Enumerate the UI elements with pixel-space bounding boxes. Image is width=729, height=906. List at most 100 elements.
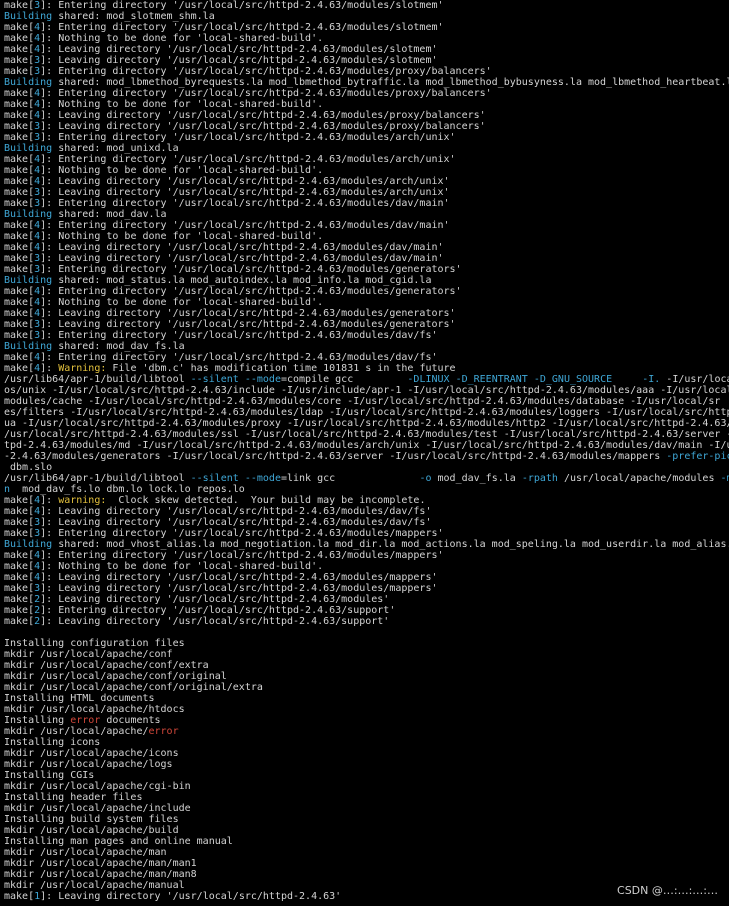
terminal-line: Building shared: mod_status.la mod_autoi… — [4, 275, 729, 286]
terminal-text-segment: make[ — [4, 616, 35, 627]
terminal-text-segment: shared: mod_vhost_alias.la mod_negotiati… — [52, 539, 729, 550]
terminal-text-segment: /usr/lib64/apr-1/build/libtool — [4, 374, 191, 385]
terminal-text-segment: Building — [4, 11, 53, 22]
terminal-text-segment: make[ — [4, 253, 35, 264]
terminal-text-segment: mkdir /usr/local/apache/htdocs — [4, 704, 185, 715]
terminal-text-segment: Installing CGIs — [4, 770, 95, 781]
terminal-text-segment: make[ — [4, 550, 35, 561]
terminal-line: make[3]: Leaving directory '/usr/local/s… — [4, 55, 729, 66]
terminal-text-segment: ]: Nothing to be done for 'local-shared-… — [40, 231, 324, 242]
terminal-line: make[3]: Entering directory '/usr/local/… — [4, 264, 729, 275]
terminal-text-segment: Building — [4, 275, 53, 286]
terminal-line: mkdir /usr/local/apache/conf/original — [4, 671, 729, 682]
terminal-text-segment: ]: Leaving directory '/usr/local/src/htt… — [40, 110, 486, 121]
terminal-text-segment: make[ — [4, 55, 35, 66]
terminal-text-segment: Installing HTML documents — [4, 693, 155, 704]
terminal-text-segment: mod_dav_fs.la — [431, 473, 522, 484]
terminal-text-segment: ]: Entering directory '/usr/local/src/ht… — [40, 330, 438, 341]
terminal-line: es/filters -I/usr/local/src/httpd-2.4.63… — [4, 407, 729, 418]
terminal-text-segment: make[ — [4, 517, 35, 528]
terminal-line: mkdir /usr/local/apache/icons — [4, 748, 729, 759]
terminal-line: Building shared: mod_vhost_alias.la mod_… — [4, 539, 729, 550]
terminal-text-segment: Building — [4, 539, 53, 550]
terminal-text-segment: ]: Entering directory '/usr/local/src/ht… — [40, 220, 450, 231]
terminal-text-segment: make[ — [4, 308, 35, 319]
terminal-line: Installing error documents — [4, 715, 729, 726]
terminal-text-segment: make[ — [4, 187, 35, 198]
terminal-text-segment: warning: — [58, 495, 107, 506]
terminal-text-segment: make[ — [4, 528, 35, 539]
terminal-line: make[3]: Entering directory '/usr/local/… — [4, 132, 729, 143]
terminal-text-segment: make[ — [4, 0, 35, 11]
terminal-text-segment: ]: — [40, 363, 59, 374]
terminal-line: make[4]: Warning: File 'dbm.c' has modif… — [4, 363, 729, 374]
terminal-text-segment: ]: Leaving directory '/usr/local/src/htt… — [40, 517, 432, 528]
terminal-line: make[3]: Entering directory '/usr/local/… — [4, 330, 729, 341]
terminal-line: mkdir /usr/local/apache/man/man8 — [4, 869, 729, 880]
terminal-text-segment: documents — [100, 715, 161, 726]
terminal-text-segment: -mo — [720, 473, 729, 484]
terminal-text-segment: make[ — [4, 22, 35, 33]
terminal-text-segment: make[ — [4, 220, 35, 231]
terminal-text-segment: shared: mod_unixd.la — [52, 143, 179, 154]
terminal-text-segment: make[ — [4, 231, 35, 242]
terminal-text-segment: es/filters -I/usr/local/src/httpd-2.4.63… — [4, 407, 729, 418]
terminal-line: mkdir /usr/local/apache/conf/original/ex… — [4, 682, 729, 693]
terminal-text-segment: ]: Entering directory '/usr/local/src/ht… — [40, 286, 462, 297]
terminal-text-segment: shared: mod_lbmethod_byrequests.la mod_l… — [52, 77, 729, 88]
terminal-text-segment: Installing icons — [4, 737, 101, 748]
terminal-text-segment: make[ — [4, 605, 35, 616]
terminal-text-segment: /usr/local/src/httpd-2.4.63/modules/ssl … — [4, 429, 729, 440]
terminal-text-segment: make[ — [4, 33, 35, 44]
terminal-line: make[3]: Entering directory '/usr/local/… — [4, 198, 729, 209]
terminal-text-segment: Installing header files — [4, 792, 143, 803]
terminal-text-segment: ]: — [40, 495, 59, 506]
terminal-text-segment: mkdir /usr/local/apache/man — [4, 847, 167, 858]
terminal-line: make[4]: Entering directory '/usr/local/… — [4, 22, 729, 33]
terminal-text-segment: mkdir /usr/local/apache/manual — [4, 880, 185, 891]
terminal-text-segment: -I/usr/local — [666, 374, 729, 385]
terminal-text-segment: mkdir /usr/local/apache/man/man1 — [4, 858, 197, 869]
terminal-line: make[4]: warning: Clock skew detected. Y… — [4, 495, 729, 506]
terminal-line: mkdir /usr/local/apache/include — [4, 803, 729, 814]
terminal-text-segment: ]: Leaving directory '/usr/local/src/htt… — [40, 44, 438, 55]
terminal-text-segment: ]: Leaving directory '/usr/local/src/htt… — [40, 583, 438, 594]
terminal-text-segment: mkdir /usr/local/apache/conf/original/ex… — [4, 682, 263, 693]
terminal-text-segment: mkdir /usr/local/apache/icons — [4, 748, 179, 759]
terminal-text-segment: --silent — [190, 473, 239, 484]
terminal-text-segment: ]: Nothing to be done for 'local-shared-… — [40, 297, 324, 308]
terminal-line: Building shared: mod_lbmethod_byrequests… — [4, 77, 729, 88]
terminal-text-segment: shared: mod_slotmem_shm.la — [52, 11, 215, 22]
terminal-line: os/unix -I/usr/local/src/httpd-2.4.63/in… — [4, 385, 729, 396]
terminal-text-segment: make[ — [4, 363, 35, 374]
terminal-line: make[4]: Leaving directory '/usr/local/s… — [4, 176, 729, 187]
terminal-text-segment: modules/cache -I/usr/local/src/httpd-2.4… — [4, 396, 721, 407]
terminal-line: make[4]: Nothing to be done for 'local-s… — [4, 99, 729, 110]
terminal-line: make[4]: Entering directory '/usr/local/… — [4, 154, 729, 165]
terminal-text-segment: Building — [4, 341, 53, 352]
terminal-text-segment: ]: Entering directory '/usr/local/src/ht… — [40, 88, 492, 99]
terminal-text-segment: ]: Leaving directory '/usr/local/src/htt… — [40, 187, 450, 198]
terminal-text-segment: ]: Leaving directory '/usr/local/src/htt… — [40, 319, 456, 330]
terminal-text-segment: =compile gcc — [280, 374, 408, 385]
terminal-line: make[4]: Nothing to be done for 'local-s… — [4, 165, 729, 176]
terminal-text-segment: ]: Entering directory '/usr/local/src/ht… — [40, 22, 444, 33]
terminal-text-segment: tpd-2.4.63/modules/md -I/usr/local/src/h… — [4, 440, 729, 451]
terminal-text-segment: make[ — [4, 594, 35, 605]
terminal-line: Installing configuration files — [4, 638, 729, 649]
terminal-line: make[4]: Entering directory '/usr/local/… — [4, 220, 729, 231]
terminal-text-segment: ]: Leaving directory '/usr/local/src/htt… — [40, 242, 444, 253]
terminal-text-segment: make[ — [4, 891, 35, 902]
terminal-text-segment: shared: mod_dav_fs.la — [52, 341, 185, 352]
terminal-line: n mod_dav_fs.lo dbm.lo lock.lo repos.lo — [4, 484, 729, 495]
terminal-text-segment: make[ — [4, 110, 35, 121]
terminal-text-segment: shared: mod_dav.la — [52, 209, 167, 220]
terminal-text-segment: make[ — [4, 121, 35, 132]
terminal-line: Installing man pages and online manual — [4, 836, 729, 847]
terminal-line: make[3]: Entering directory '/usr/local/… — [4, 0, 729, 11]
terminal-text-segment: Building — [4, 209, 53, 220]
terminal-text-segment: ]: Entering directory '/usr/local/src/ht… — [40, 550, 444, 561]
terminal-text-segment: -prefer-pic — [666, 451, 729, 462]
